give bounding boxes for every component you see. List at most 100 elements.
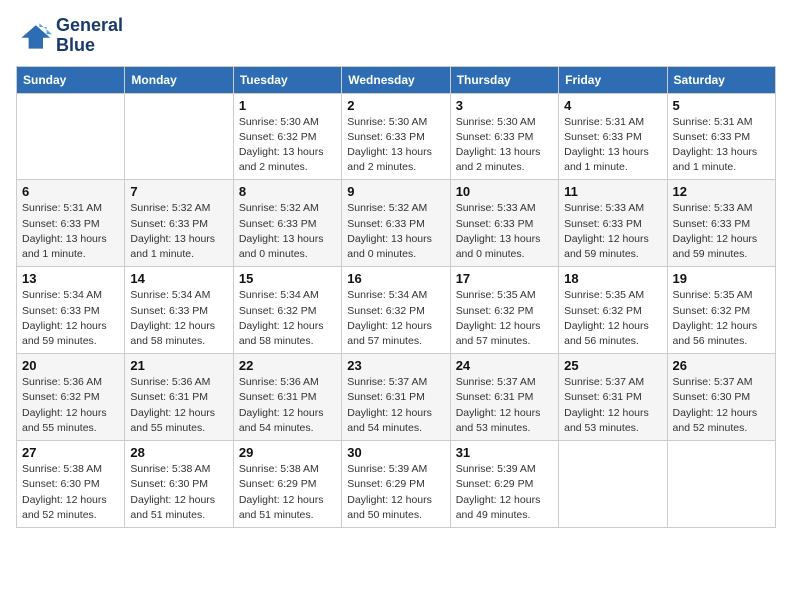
day-number: 13 — [22, 271, 119, 286]
day-info: Sunrise: 5:30 AM Sunset: 6:33 PM Dayligh… — [456, 115, 553, 176]
day-info: Sunrise: 5:30 AM Sunset: 6:33 PM Dayligh… — [347, 115, 444, 176]
logo: General Blue — [16, 16, 123, 56]
day-info: Sunrise: 5:36 AM Sunset: 6:31 PM Dayligh… — [239, 375, 336, 436]
day-info: Sunrise: 5:38 AM Sunset: 6:30 PM Dayligh… — [22, 462, 119, 523]
calendar-cell — [125, 93, 233, 180]
calendar-cell: 24Sunrise: 5:37 AM Sunset: 6:31 PM Dayli… — [450, 354, 558, 441]
calendar-cell: 19 Sunrise: 5:35 AM Sunset: 6:32 PM Dayli… — [667, 267, 775, 354]
day-number: 6 — [22, 184, 119, 199]
logo-text: General Blue — [56, 16, 123, 56]
calendar-cell: 29 Sunrise: 5:38 AM Sunset: 6:29 PM Dayli… — [233, 441, 341, 528]
day-info: Sunrise: 5:32 AM Sunset: 6:33 PM Dayligh… — [130, 201, 227, 262]
calendar-header-row: SundayMondayTuesdayWednesdayThursdayFrid… — [17, 66, 776, 93]
calendar-week-row: 6 Sunrise: 5:31 AM Sunset: 6:33 PM Daylig… — [17, 180, 776, 267]
day-info: Sunrise: 5:31 AM Sunset: 6:33 PM Dayligh… — [22, 201, 119, 262]
calendar-cell: 22 Sunrise: 5:36 AM Sunset: 6:31 PM Dayli… — [233, 354, 341, 441]
calendar-cell: 26Sunrise: 5:37 AM Sunset: 6:30 PM Dayli… — [667, 354, 775, 441]
calendar-cell: 13 Sunrise: 5:34 AM Sunset: 6:33 PM Dayli… — [17, 267, 125, 354]
day-number: 5 — [673, 98, 770, 113]
day-number: 28 — [130, 445, 227, 460]
day-number: 16 — [347, 271, 444, 286]
calendar-week-row: 13 Sunrise: 5:34 AM Sunset: 6:33 PM Dayli… — [17, 267, 776, 354]
day-number: 3 — [456, 98, 553, 113]
calendar-cell: 6 Sunrise: 5:31 AM Sunset: 6:33 PM Daylig… — [17, 180, 125, 267]
day-info: Sunrise: 5:34 AM Sunset: 6:32 PM Dayligh… — [347, 288, 444, 349]
calendar-cell: 9 Sunrise: 5:32 AM Sunset: 6:33 PM Daylig… — [342, 180, 450, 267]
day-info: Sunrise: 5:34 AM Sunset: 6:32 PM Dayligh… — [239, 288, 336, 349]
day-info: Sunrise: 5:38 AM Sunset: 6:29 PM Dayligh… — [239, 462, 336, 523]
calendar-cell: 8 Sunrise: 5:32 AM Sunset: 6:33 PM Daylig… — [233, 180, 341, 267]
day-info: Sunrise: 5:33 AM Sunset: 6:33 PM Dayligh… — [673, 201, 770, 262]
day-number: 19 — [673, 271, 770, 286]
calendar-cell: 15 Sunrise: 5:34 AM Sunset: 6:32 PM Dayli… — [233, 267, 341, 354]
day-number: 31 — [456, 445, 553, 460]
calendar-week-row: 1Sunrise: 5:30 AM Sunset: 6:32 PM Daylig… — [17, 93, 776, 180]
calendar-cell: 2 Sunrise: 5:30 AM Sunset: 6:33 PM Daylig… — [342, 93, 450, 180]
day-info: Sunrise: 5:38 AM Sunset: 6:30 PM Dayligh… — [130, 462, 227, 523]
day-info: Sunrise: 5:32 AM Sunset: 6:33 PM Dayligh… — [347, 201, 444, 262]
calendar-week-row: 20 Sunrise: 5:36 AM Sunset: 6:32 PM Dayli… — [17, 354, 776, 441]
calendar-cell: 23 Sunrise: 5:37 AM Sunset: 6:31 PM Dayli… — [342, 354, 450, 441]
calendar-cell: 11 Sunrise: 5:33 AM Sunset: 6:33 PM Dayli… — [559, 180, 667, 267]
day-number: 2 — [347, 98, 444, 113]
day-info: Sunrise: 5:34 AM Sunset: 6:33 PM Dayligh… — [130, 288, 227, 349]
day-info: Sunrise: 5:31 AM Sunset: 6:33 PM Dayligh… — [564, 115, 661, 176]
day-info: Sunrise: 5:35 AM Sunset: 6:32 PM Dayligh… — [673, 288, 770, 349]
day-number: 26 — [673, 358, 770, 373]
day-number: 11 — [564, 184, 661, 199]
calendar-cell: 12 Sunrise: 5:33 AM Sunset: 6:33 PM Dayli… — [667, 180, 775, 267]
day-number: 8 — [239, 184, 336, 199]
day-info: Sunrise: 5:33 AM Sunset: 6:33 PM Dayligh… — [564, 201, 661, 262]
day-number: 25 — [564, 358, 661, 373]
day-number: 29 — [239, 445, 336, 460]
day-info: Sunrise: 5:36 AM Sunset: 6:32 PM Dayligh… — [22, 375, 119, 436]
calendar-cell — [667, 441, 775, 528]
day-number: 12 — [673, 184, 770, 199]
day-number: 21 — [130, 358, 227, 373]
day-number: 23 — [347, 358, 444, 373]
weekday-header: Tuesday — [233, 66, 341, 93]
day-info: Sunrise: 5:37 AM Sunset: 6:31 PM Dayligh… — [456, 375, 553, 436]
calendar-cell: 18 Sunrise: 5:35 AM Sunset: 6:32 PM Dayli… — [559, 267, 667, 354]
calendar-cell: 16 Sunrise: 5:34 AM Sunset: 6:32 PM Dayli… — [342, 267, 450, 354]
day-number: 7 — [130, 184, 227, 199]
day-info: Sunrise: 5:31 AM Sunset: 6:33 PM Dayligh… — [673, 115, 770, 176]
calendar-cell — [559, 441, 667, 528]
calendar-cell: 21Sunrise: 5:36 AM Sunset: 6:31 PM Dayli… — [125, 354, 233, 441]
day-info: Sunrise: 5:34 AM Sunset: 6:33 PM Dayligh… — [22, 288, 119, 349]
day-number: 15 — [239, 271, 336, 286]
day-info: Sunrise: 5:39 AM Sunset: 6:29 PM Dayligh… — [347, 462, 444, 523]
calendar-cell: 1Sunrise: 5:30 AM Sunset: 6:32 PM Daylig… — [233, 93, 341, 180]
logo-icon — [16, 18, 52, 54]
calendar-table: SundayMondayTuesdayWednesdayThursdayFrid… — [16, 66, 776, 528]
weekday-header: Saturday — [667, 66, 775, 93]
day-number: 20 — [22, 358, 119, 373]
calendar-cell — [17, 93, 125, 180]
calendar-cell: 31Sunrise: 5:39 AM Sunset: 6:29 PM Dayli… — [450, 441, 558, 528]
day-info: Sunrise: 5:32 AM Sunset: 6:33 PM Dayligh… — [239, 201, 336, 262]
day-info: Sunrise: 5:37 AM Sunset: 6:31 PM Dayligh… — [347, 375, 444, 436]
day-number: 9 — [347, 184, 444, 199]
day-number: 22 — [239, 358, 336, 373]
calendar-cell: 5 Sunrise: 5:31 AM Sunset: 6:33 PM Daylig… — [667, 93, 775, 180]
calendar-cell: 17Sunrise: 5:35 AM Sunset: 6:32 PM Dayli… — [450, 267, 558, 354]
day-info: Sunrise: 5:33 AM Sunset: 6:33 PM Dayligh… — [456, 201, 553, 262]
day-info: Sunrise: 5:35 AM Sunset: 6:32 PM Dayligh… — [456, 288, 553, 349]
day-number: 10 — [456, 184, 553, 199]
weekday-header: Wednesday — [342, 66, 450, 93]
weekday-header: Monday — [125, 66, 233, 93]
day-info: Sunrise: 5:30 AM Sunset: 6:32 PM Dayligh… — [239, 115, 336, 176]
day-number: 18 — [564, 271, 661, 286]
day-info: Sunrise: 5:35 AM Sunset: 6:32 PM Dayligh… — [564, 288, 661, 349]
day-number: 27 — [22, 445, 119, 460]
weekday-header: Sunday — [17, 66, 125, 93]
page-header: General Blue — [16, 16, 776, 56]
calendar-cell: 3 Sunrise: 5:30 AM Sunset: 6:33 PM Daylig… — [450, 93, 558, 180]
calendar-cell: 7 Sunrise: 5:32 AM Sunset: 6:33 PM Daylig… — [125, 180, 233, 267]
calendar-cell: 28 Sunrise: 5:38 AM Sunset: 6:30 PM Dayli… — [125, 441, 233, 528]
calendar-cell: 10 Sunrise: 5:33 AM Sunset: 6:33 PM Dayli… — [450, 180, 558, 267]
calendar-cell: 4Sunrise: 5:31 AM Sunset: 6:33 PM Daylig… — [559, 93, 667, 180]
calendar-cell: 30Sunrise: 5:39 AM Sunset: 6:29 PM Dayli… — [342, 441, 450, 528]
calendar-cell: 20 Sunrise: 5:36 AM Sunset: 6:32 PM Dayli… — [17, 354, 125, 441]
calendar-week-row: 27 Sunrise: 5:38 AM Sunset: 6:30 PM Dayli… — [17, 441, 776, 528]
